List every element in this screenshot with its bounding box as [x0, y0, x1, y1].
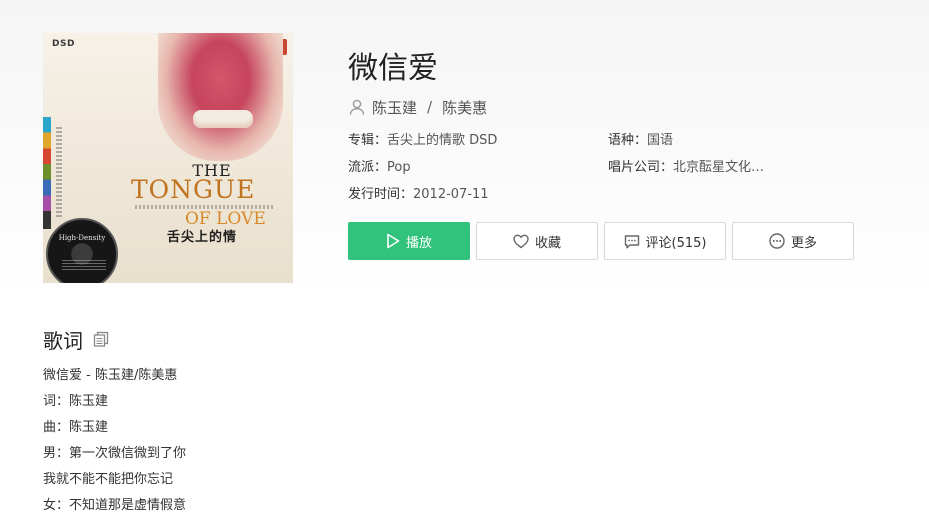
release-label: 发行时间： — [348, 187, 414, 202]
genre-link[interactable]: Pop — [387, 160, 411, 175]
album-link[interactable]: 舌尖上的情歌 DSD — [387, 133, 497, 148]
more-button-label: 更多 — [790, 235, 817, 251]
cover-dsd-badge: DSD — [52, 39, 75, 49]
cover-title-tongue: TONGUE — [131, 175, 256, 204]
artist-separator: / — [427, 98, 433, 116]
more-button[interactable]: 更多 — [732, 222, 854, 260]
play-button[interactable]: 播放 — [348, 222, 470, 260]
more-dots-icon — [769, 233, 785, 249]
comment-button-label: 评论(515) — [645, 235, 707, 251]
album-cover[interactable]: DSD THE TONGUE OF LOVE 舌尖上的情 High-Densit… — [43, 33, 293, 283]
lyric-line: 曲：陈玉建 — [43, 420, 109, 435]
genre-label: 流派： — [348, 160, 388, 175]
cover-teeth-art — [193, 110, 253, 128]
play-icon — [387, 233, 400, 249]
album-info: 专辑：舌尖上的情歌 DSD — [348, 132, 497, 150]
lyrics-title: 歌词 — [43, 328, 83, 353]
album-label: 专辑： — [348, 133, 388, 148]
artist-link-1[interactable]: 陈玉建 — [372, 97, 417, 118]
cover-title-cn: 舌尖上的情 — [167, 230, 238, 245]
company-label: 唱片公司： — [608, 160, 674, 175]
release-info: 发行时间：2012-07-11 — [348, 186, 489, 204]
comment-button[interactable]: 评论(515) — [604, 222, 726, 260]
comment-icon — [624, 234, 639, 248]
release-date: 2012-07-11 — [413, 187, 489, 202]
lyric-line: 女：不知道那是虚情假意 — [43, 498, 187, 513]
song-title: 微信爱 — [348, 51, 438, 86]
company-link[interactable]: 北京酝星文化… — [673, 160, 764, 175]
lyric-line: 微信爱 - 陈玉建/陈美惠 — [43, 368, 178, 383]
favorite-button-label: 收藏 — [534, 235, 561, 251]
genre-info: 流派：Pop — [348, 159, 411, 177]
cover-lips-art — [158, 33, 283, 161]
cover-disc-label: High-Density — [58, 234, 106, 242]
lyric-line: 男：第一次微信微到了你 — [43, 446, 187, 461]
language-value: 国语 — [647, 133, 674, 148]
cover-disc-small-print — [62, 260, 106, 272]
lyrics-header: 歌词 — [43, 326, 109, 353]
artist-line: 陈玉建 / 陈美惠 — [348, 96, 487, 118]
artist-link-2[interactable]: 陈美惠 — [442, 97, 487, 118]
company-info: 唱片公司：北京酝星文化… — [608, 159, 764, 177]
copy-icon[interactable] — [93, 331, 109, 347]
cover-disc-badge: High-Density — [46, 218, 118, 283]
favorite-button[interactable]: 收藏 — [476, 222, 598, 260]
lyric-line: 词：陈玉建 — [43, 394, 109, 409]
heart-icon — [513, 234, 529, 248]
person-icon — [349, 99, 365, 115]
lyric-line: 我就不能不能把你忘记 — [43, 472, 174, 487]
play-button-label: 播放 — [405, 235, 432, 251]
language-info: 语种：国语 — [608, 132, 673, 150]
language-label: 语种： — [608, 133, 648, 148]
